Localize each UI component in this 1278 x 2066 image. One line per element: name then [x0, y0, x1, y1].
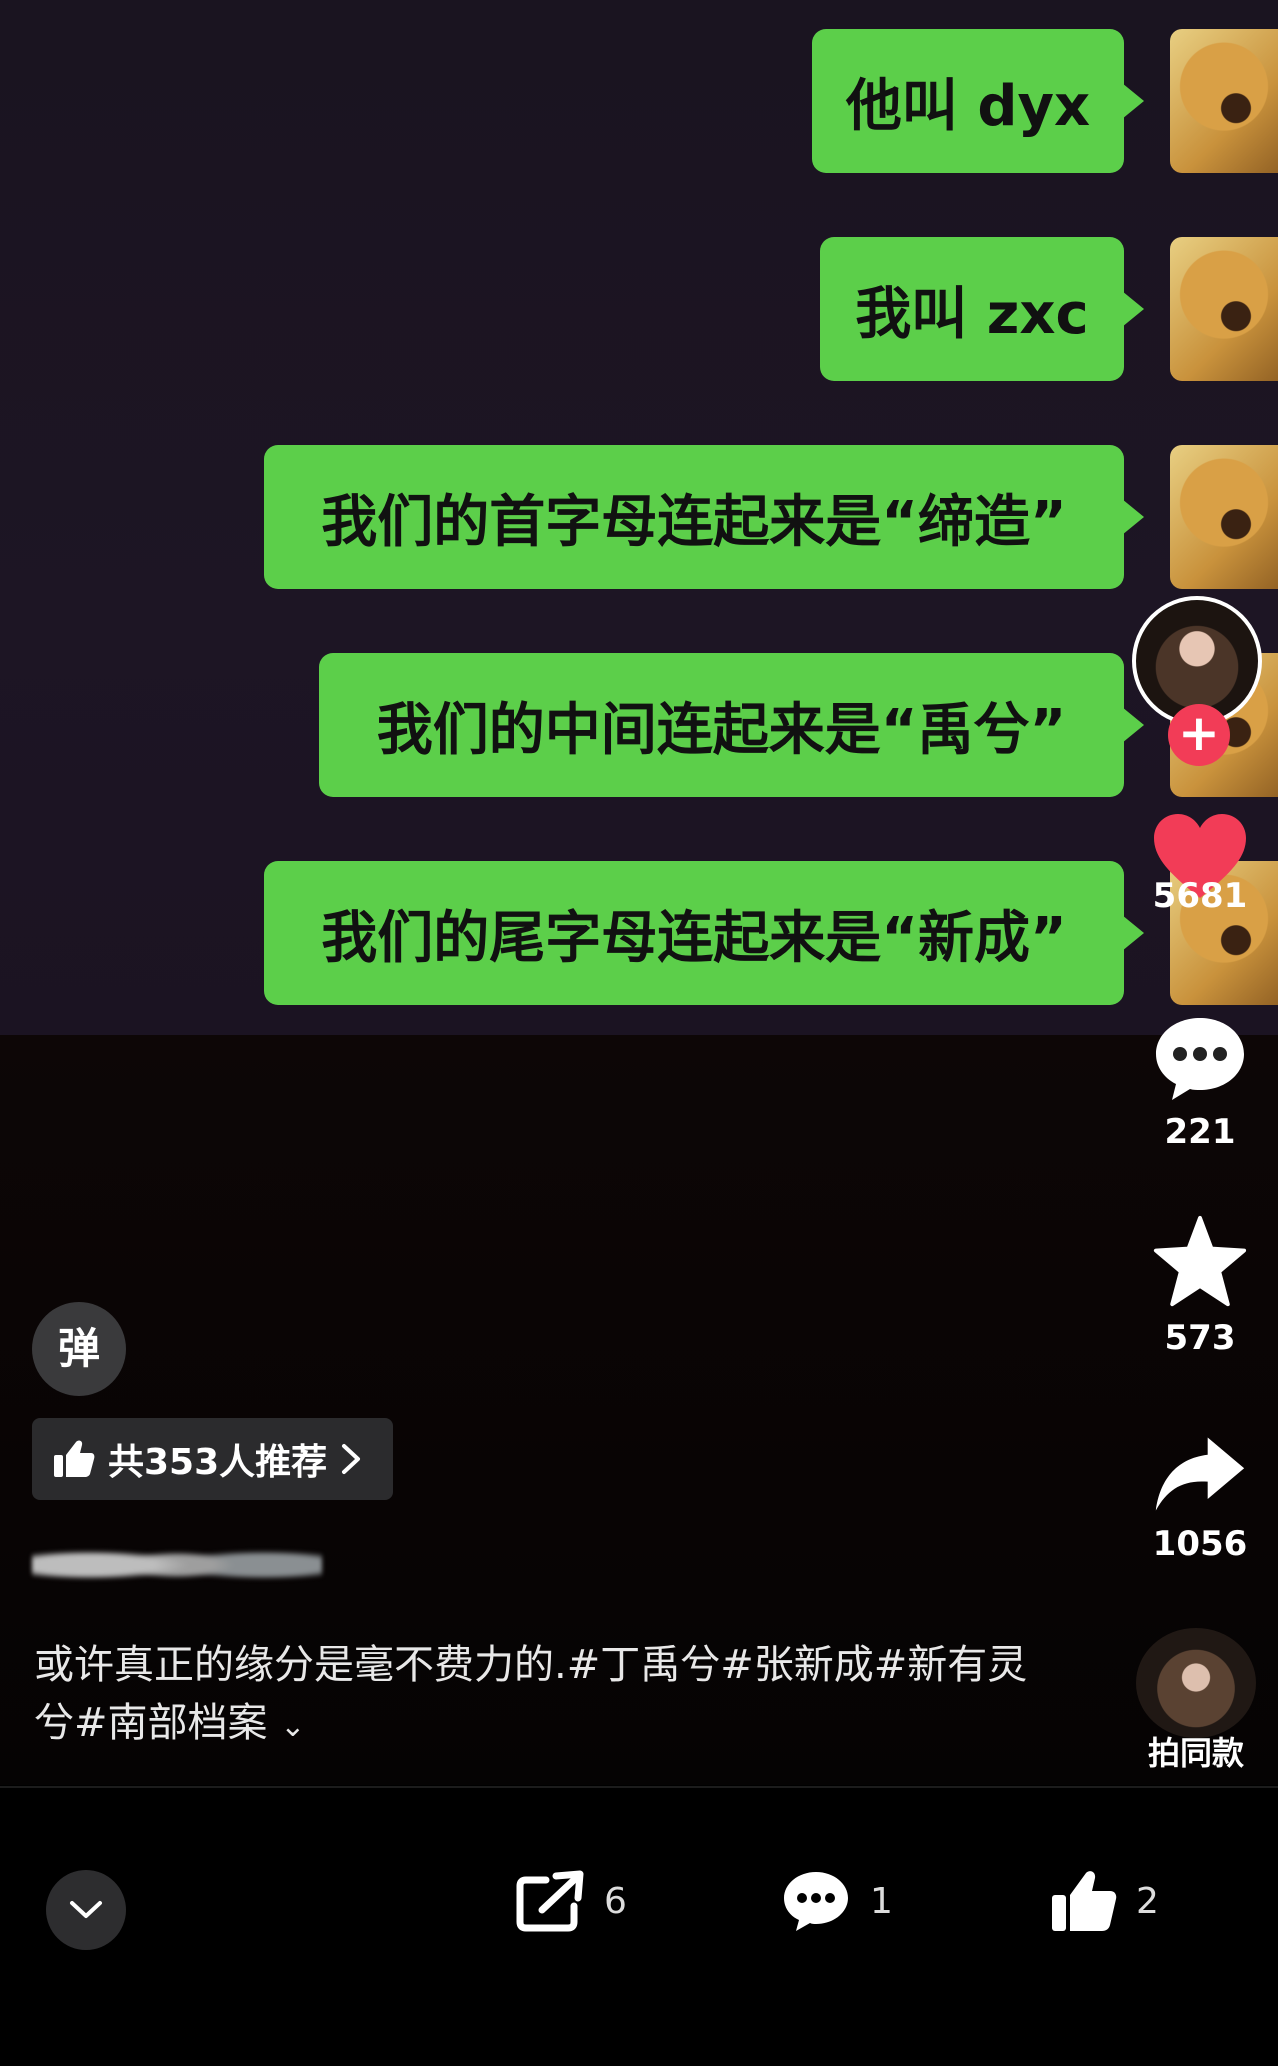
chat-text: 我们的首字母连起来是“缔造” [321, 489, 1067, 555]
recommend-chip[interactable]: 共353人推荐 [32, 1418, 394, 1500]
bottom-like-button[interactable]: 2 [1050, 1866, 1159, 1936]
same-style-label: 拍同款 [1147, 1734, 1244, 1772]
bottom-comment-button[interactable]: 1 [780, 1866, 893, 1936]
thumbs-up-icon [1052, 1871, 1117, 1931]
chat-bubble-5: 我们的尾字母连起来是“新成” [264, 861, 1144, 1005]
share-count: 1056 [1152, 1524, 1248, 1564]
chat-text: 我叫 zxc [855, 281, 1089, 347]
follow-button[interactable]: + [1168, 704, 1230, 766]
like-count: 5681 [1152, 876, 1248, 916]
like-button[interactable]: 5681 [1140, 812, 1260, 916]
comment-icon [1156, 1018, 1244, 1100]
caption-text: 或许真正的缘分是毫不费力的.#丁禹兮#张新成#新有灵兮#南部档案 [34, 1642, 1028, 1746]
thumbs-up-icon [54, 1440, 95, 1477]
video-caption[interactable]: 或许真正的缘分是毫不费力的.#丁禹兮#张新成#新有灵兮#南部档案 ⌄ [34, 1636, 1034, 1756]
same-style-avatar [1136, 1628, 1256, 1738]
bottom-comment-count: 1 [870, 1880, 893, 1922]
share-out-icon [516, 1870, 584, 1932]
chat-avatar-dog [1170, 29, 1278, 173]
bottom-share-button[interactable]: 6 [516, 1866, 627, 1936]
chat-avatar-dog [1170, 445, 1278, 589]
chat-text: 我们的尾字母连起来是“新成” [321, 905, 1067, 971]
bottom-like-count: 2 [1136, 1880, 1159, 1922]
chat-bubble-4: 我们的中间连起来是“禹兮” [319, 653, 1144, 797]
comment-count: 221 [1164, 1112, 1236, 1152]
chat-text: 我们的中间连起来是“禹兮” [376, 697, 1067, 763]
chat-bubble-1: 他叫 dyx [812, 29, 1144, 173]
comment-icon [784, 1872, 848, 1931]
chevron-right-icon [342, 1444, 361, 1474]
chevron-down-icon [70, 1901, 102, 1918]
star-icon [1153, 1215, 1247, 1307]
same-style-button[interactable]: 拍同款 [1136, 1628, 1256, 1774]
danmu-toggle-button[interactable]: 弹 [32, 1302, 126, 1396]
chat-text: 他叫 dyx [845, 73, 1091, 139]
favorite-count: 573 [1164, 1318, 1236, 1358]
share-arrow-icon [1155, 1437, 1245, 1511]
chat-bubble-2: 我叫 zxc [820, 237, 1144, 381]
collapse-button[interactable] [46, 1870, 126, 1950]
share-button[interactable]: 1056 [1140, 1432, 1260, 1564]
comment-button[interactable]: 221 [1140, 1014, 1260, 1152]
favorite-button[interactable]: 573 [1140, 1214, 1260, 1358]
bottom-share-count: 6 [604, 1880, 627, 1922]
author-username-blurred[interactable] [32, 1530, 322, 1600]
expand-caption-icon[interactable]: ⌄ [280, 1709, 305, 1744]
recommend-label: 共353人推荐 [108, 1442, 328, 1483]
chat-bubble-3: 我们的首字母连起来是“缔造” [264, 445, 1144, 589]
chat-avatar-dog [1170, 237, 1278, 381]
